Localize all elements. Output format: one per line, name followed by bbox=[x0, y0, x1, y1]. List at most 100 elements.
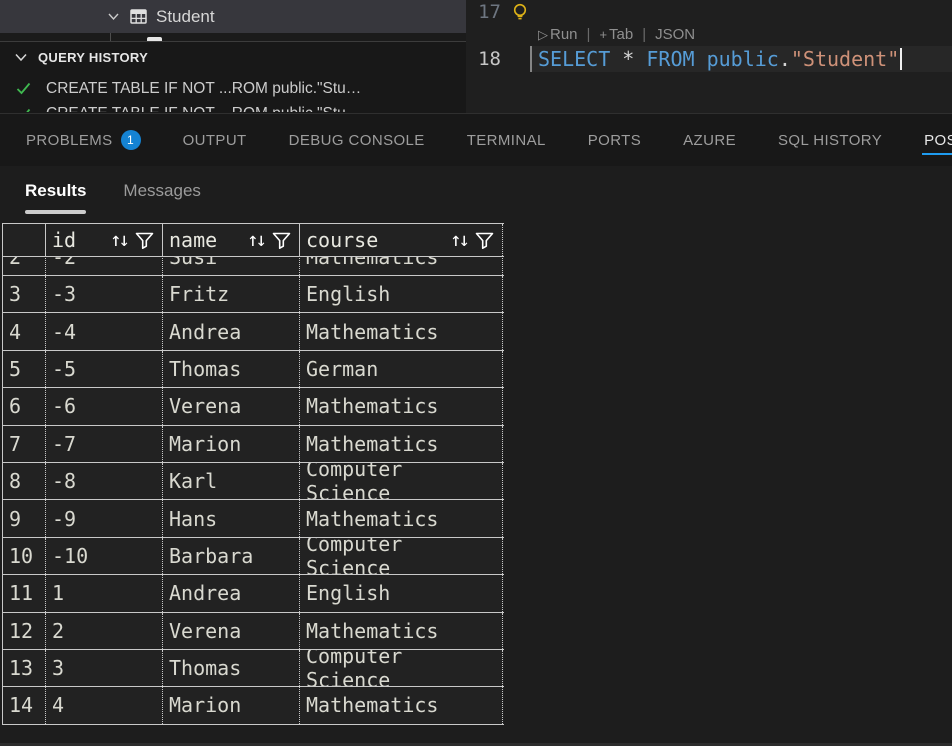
cell-rownum: 9 bbox=[3, 500, 46, 536]
codelens-action-icon: ▷ bbox=[538, 27, 548, 43]
table-row[interactable]: 133ThomasComputer Science bbox=[2, 650, 504, 687]
column-label: id bbox=[52, 228, 76, 252]
chevron-down-icon[interactable] bbox=[13, 49, 29, 65]
results-tab-underline bbox=[25, 210, 86, 214]
cell-id: 4 bbox=[46, 687, 163, 723]
results-tab-messages[interactable]: Messages bbox=[123, 181, 200, 214]
query-history-text: CREATE TABLE IF NOT ...ROM public."Stu… bbox=[46, 80, 361, 98]
results-area: Results Messages id ↑↓ name ↑↓ course ↑↓ 2-2Su… bbox=[0, 166, 952, 744]
cell-rownum: 3 bbox=[3, 276, 46, 312]
codelens-run-action[interactable]: ▷Run bbox=[538, 26, 578, 43]
table-row[interactable]: 5-5ThomasGerman bbox=[2, 351, 504, 388]
panel-tab-label: TERMINAL bbox=[467, 132, 546, 149]
sql-token bbox=[695, 47, 707, 71]
cell-name: Thomas bbox=[163, 351, 300, 387]
cell-name: Barbara bbox=[163, 538, 300, 574]
lightbulb-icon[interactable] bbox=[510, 2, 530, 26]
cell-course: English bbox=[300, 575, 503, 611]
panel-tab-bar: PROBLEMS1 OUTPUT DEBUG CONSOLE TERMINAL PORT… bbox=[0, 114, 952, 166]
filter-funnel-icon[interactable] bbox=[134, 230, 155, 251]
table-row[interactable]: 4-4AndreaMathematics bbox=[2, 313, 504, 350]
line-number-18: 18 bbox=[466, 47, 501, 71]
column-label: name bbox=[169, 228, 217, 252]
codelens-action-label: JSON bbox=[655, 26, 695, 43]
cell-name: Hans bbox=[163, 500, 300, 536]
cell-name: Thomas bbox=[163, 650, 300, 686]
cell-rownum: 4 bbox=[3, 313, 46, 349]
cell-id: -8 bbox=[46, 463, 163, 499]
header-cell-course[interactable]: course ↑↓ bbox=[300, 224, 503, 256]
query-history-item[interactable]: CREATE TABLE IF NOT ...ROM public."Stu… bbox=[0, 105, 466, 112]
cell-id: -2 bbox=[46, 257, 163, 275]
cell-id: -3 bbox=[46, 276, 163, 312]
sql-token: * bbox=[610, 47, 646, 71]
results-tab-label: Results bbox=[25, 181, 86, 201]
table-row[interactable]: 9-9HansMathematics bbox=[2, 500, 504, 537]
header-cell-id[interactable]: id ↑↓ bbox=[46, 224, 163, 256]
cell-rownum: 8 bbox=[3, 463, 46, 499]
cell-name: Verena bbox=[163, 613, 300, 649]
filter-funnel-icon[interactable] bbox=[271, 230, 292, 251]
tree-item-student[interactable]: Student bbox=[0, 0, 466, 33]
query-history-text: CREATE TABLE IF NOT ...ROM public."Stu… bbox=[46, 105, 361, 112]
active-tab-underline bbox=[922, 153, 952, 155]
sql-statement[interactable]: SELECT * FROM public."Student" bbox=[538, 46, 902, 72]
success-check-icon bbox=[14, 105, 33, 112]
header-cell-name[interactable]: name ↑↓ bbox=[163, 224, 300, 256]
table-row[interactable]: 8-8KarlComputer Science bbox=[2, 463, 504, 500]
cell-rownum: 12 bbox=[3, 613, 46, 649]
cell-id: -6 bbox=[46, 388, 163, 424]
cell-name: Verena bbox=[163, 388, 300, 424]
panel-tab-label: SQL HISTORY bbox=[778, 132, 882, 149]
cell-course: Mathematics bbox=[300, 257, 503, 275]
cell-rownum: 2 bbox=[3, 257, 46, 275]
codelens-json-action[interactable]: JSON bbox=[655, 26, 695, 43]
query-history-header[interactable]: QUERY HISTORY bbox=[0, 42, 466, 72]
panel-tab-ports[interactable]: PORTS bbox=[588, 114, 641, 166]
cell-rownum: 11 bbox=[3, 575, 46, 611]
cell-name: Andrea bbox=[163, 575, 300, 611]
results-tab-results[interactable]: Results bbox=[25, 181, 86, 214]
table-row[interactable]: 3-3FritzEnglish bbox=[2, 276, 504, 313]
chevron-down-icon[interactable] bbox=[106, 9, 121, 24]
table-row[interactable]: 7-7MarionMathematics bbox=[2, 426, 504, 463]
codelens-separator: | bbox=[642, 26, 646, 43]
table-row[interactable]: 2-2SusiMathematics bbox=[2, 257, 504, 276]
sql-token: public bbox=[707, 47, 779, 71]
panel-tab-problems[interactable]: PROBLEMS1 bbox=[26, 114, 141, 166]
results-grid-header: id ↑↓ name ↑↓ course ↑↓ bbox=[2, 223, 504, 257]
cell-name: Fritz bbox=[163, 276, 300, 312]
sidebar: Student QUERY HISTORY CREATE TABLE IF NO… bbox=[0, 0, 466, 113]
panel-tab-debug-console[interactable]: DEBUG CONSOLE bbox=[289, 114, 425, 166]
sort-icon[interactable]: ↑↓ bbox=[110, 229, 127, 251]
sql-editor[interactable]: 17 ▷Run|+Tab|JSON 18 SELECT * FROM publi… bbox=[466, 0, 952, 113]
table-row[interactable]: 144MarionMathematics bbox=[2, 687, 504, 724]
table-row[interactable]: 6-6VerenaMathematics bbox=[2, 388, 504, 425]
sql-token: . bbox=[779, 47, 791, 71]
panel-tab-terminal[interactable]: TERMINAL bbox=[467, 114, 546, 166]
cell-name: Susi bbox=[163, 257, 300, 275]
sql-token: SELECT bbox=[538, 47, 610, 71]
panel-tab-postgresql-qu[interactable]: POSTGRESQL QU bbox=[924, 114, 952, 166]
panel-tab-output[interactable]: OUTPUT bbox=[183, 114, 247, 166]
tree-item-partial bbox=[0, 33, 466, 41]
panel-tab-azure[interactable]: AZURE bbox=[683, 114, 736, 166]
query-history-item[interactable]: CREATE TABLE IF NOT ...ROM public."Stu… bbox=[0, 72, 466, 105]
cell-course: Mathematics bbox=[300, 687, 503, 723]
panel-tab-sql-history[interactable]: SQL HISTORY bbox=[778, 114, 882, 166]
filter-funnel-icon[interactable] bbox=[474, 230, 495, 251]
codelens-action-label: Run bbox=[550, 26, 578, 43]
results-tab-underline bbox=[123, 210, 200, 214]
table-row[interactable]: 10-10BarbaraComputer Science bbox=[2, 538, 504, 575]
cell-id: 3 bbox=[46, 650, 163, 686]
column-label: course bbox=[306, 228, 378, 252]
cell-rownum: 5 bbox=[3, 351, 46, 387]
sort-icon[interactable]: ↑↓ bbox=[247, 229, 264, 251]
panel-tab-label: OUTPUT bbox=[183, 132, 247, 149]
cell-course: Mathematics bbox=[300, 613, 503, 649]
table-row[interactable]: 111AndreaEnglish bbox=[2, 575, 504, 612]
table-row[interactable]: 122VerenaMathematics bbox=[2, 613, 504, 650]
results-grid: id↑↓name↑↓course↑↓ 2-2SusiMathematics3-3… bbox=[2, 223, 504, 725]
sort-icon[interactable]: ↑↓ bbox=[450, 229, 467, 251]
codelens-tab-action[interactable]: +Tab bbox=[599, 26, 633, 43]
